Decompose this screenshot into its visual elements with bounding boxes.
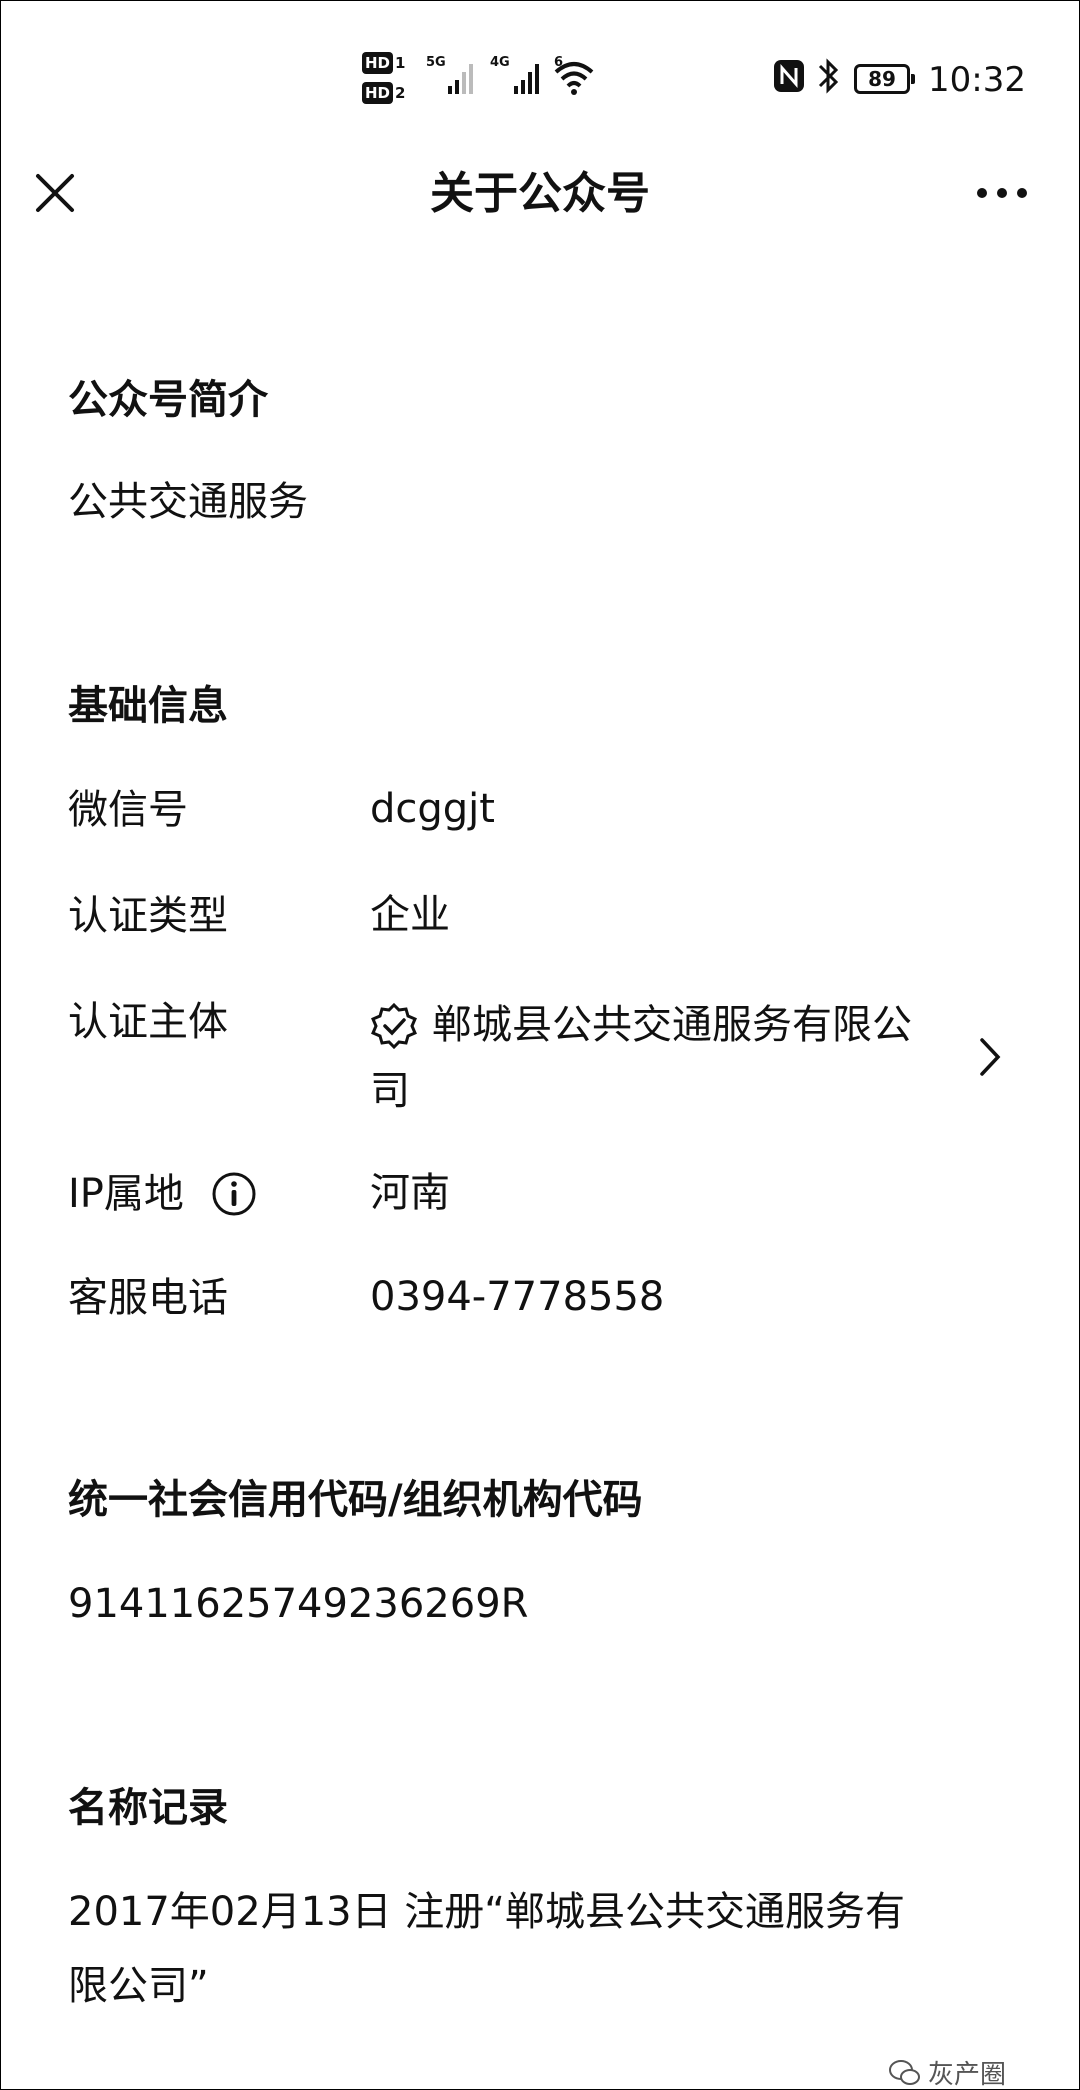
sim1-badge: HD 1 [362,52,412,74]
verify-subject-link[interactable]: 郸城县公共交通服务有限公司 [370,992,1060,1132]
wechat-id-label: 微信号 [68,787,188,833]
basic-info-title: 基础信息 [68,683,228,729]
signal-icon-2: 4G [490,55,539,94]
verify-subject-value: 郸城县公共交通服务有限公司 [370,1002,912,1114]
verify-subject-label: 认证主体 [68,999,228,1045]
name-records-title: 名称记录 [68,1785,228,1831]
bluetooth-icon [818,58,839,94]
status-time: 10:32 [928,60,1026,100]
chevron-right-icon [980,1038,1001,1076]
ip-location-value: 河南 [370,1170,450,1216]
more-icon[interactable] [974,178,1034,208]
signal-icon: 5G [426,55,473,94]
watermark-text: 灰产圈 [928,2060,1007,2090]
page-title: 关于公众号 [430,168,650,219]
credit-code-value: 91411625749236269R [68,1581,529,1627]
intro-text: 公共交通服务 [68,479,308,525]
battery-level: 89 [868,67,896,91]
status-bar: HD 1 HD 2 5G 4G 6 89 10:32 [0,52,1080,112]
ip-location-label: IP属地 [68,1171,184,1217]
wechat-logo-icon [889,2060,920,2085]
network1-label: 5G [426,55,446,70]
wechat-id-value: dcggjt [370,786,495,832]
battery-icon: 89 [854,64,915,94]
sim2-badge: HD 2 [362,82,412,104]
service-phone-value[interactable]: 0394-7778558 [370,1264,664,1330]
sim-indicators: HD 1 HD 2 [362,52,414,112]
service-phone-label: 客服电话 [68,1275,228,1321]
intro-section-title: 公众号简介 [68,377,268,423]
credit-code-title: 统一社会信用代码/组织机构代码 [68,1477,643,1523]
verify-type-label: 认证类型 [68,893,228,939]
wifi-icon: 6 [554,55,594,95]
info-icon[interactable] [210,1170,258,1218]
network2-label: 4G [490,55,510,70]
verify-type-value: 企业 [370,892,450,938]
nfc-icon [774,60,804,92]
name-record-line-1: 2017年02月13日 注册“郸城县公共交通服务有 [68,1889,906,1935]
name-record-line-2: 限公司” [68,1963,209,2009]
